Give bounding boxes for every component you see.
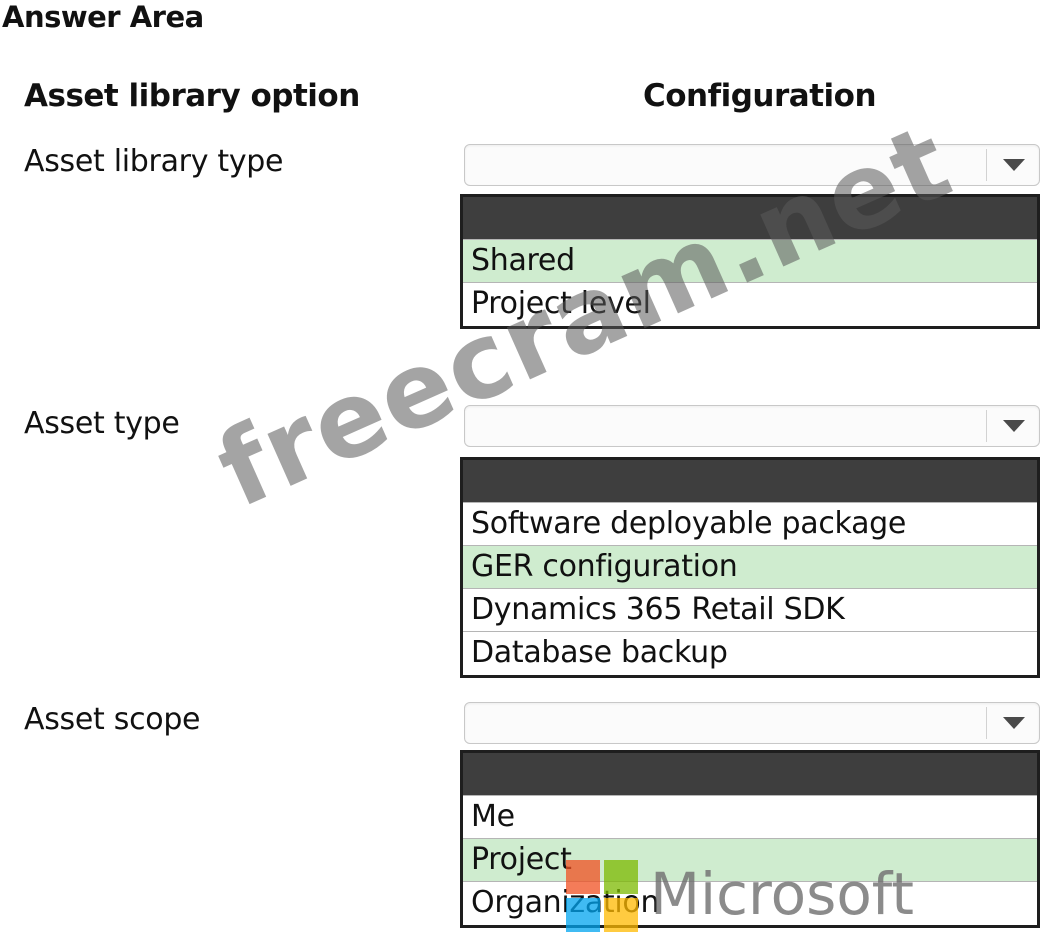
asset-library-type-options: Shared Project level bbox=[460, 194, 1040, 329]
option-project-level[interactable]: Project level bbox=[463, 283, 1037, 326]
row-label-asset-type: Asset type bbox=[24, 406, 180, 441]
chevron-down-icon[interactable] bbox=[1003, 159, 1025, 171]
option-dynamics-365-retail-sdk[interactable]: Dynamics 365 Retail SDK bbox=[463, 589, 1037, 632]
chevron-down-icon[interactable] bbox=[1003, 717, 1025, 729]
dropdown-header bbox=[463, 197, 1037, 240]
select-divider bbox=[986, 707, 987, 739]
page-title: Answer Area bbox=[2, 0, 204, 34]
asset-scope-select[interactable] bbox=[464, 702, 1040, 744]
option-shared[interactable]: Shared bbox=[463, 240, 1037, 283]
dropdown-header bbox=[463, 753, 1037, 796]
asset-scope-options: Me Project Organization bbox=[460, 750, 1040, 928]
option-organization[interactable]: Organization bbox=[463, 882, 1037, 925]
row-label-asset-library-type: Asset library type bbox=[24, 144, 284, 179]
chevron-down-icon[interactable] bbox=[1003, 420, 1025, 432]
option-software-deployable-package[interactable]: Software deployable package bbox=[463, 503, 1037, 546]
option-database-backup[interactable]: Database backup bbox=[463, 632, 1037, 675]
select-divider bbox=[986, 149, 987, 181]
select-divider bbox=[986, 410, 987, 442]
answer-area: Answer Area Asset library option Configu… bbox=[0, 0, 1050, 943]
option-project[interactable]: Project bbox=[463, 839, 1037, 882]
row-label-asset-scope: Asset scope bbox=[24, 702, 201, 737]
column-header-option: Asset library option bbox=[24, 78, 360, 114]
asset-type-select[interactable] bbox=[464, 405, 1040, 447]
dropdown-header bbox=[463, 460, 1037, 503]
asset-library-type-select[interactable] bbox=[464, 144, 1040, 186]
option-ger-configuration[interactable]: GER configuration bbox=[463, 546, 1037, 589]
column-header-configuration: Configuration bbox=[643, 78, 877, 114]
option-me[interactable]: Me bbox=[463, 796, 1037, 839]
asset-type-options: Software deployable package GER configur… bbox=[460, 457, 1040, 678]
